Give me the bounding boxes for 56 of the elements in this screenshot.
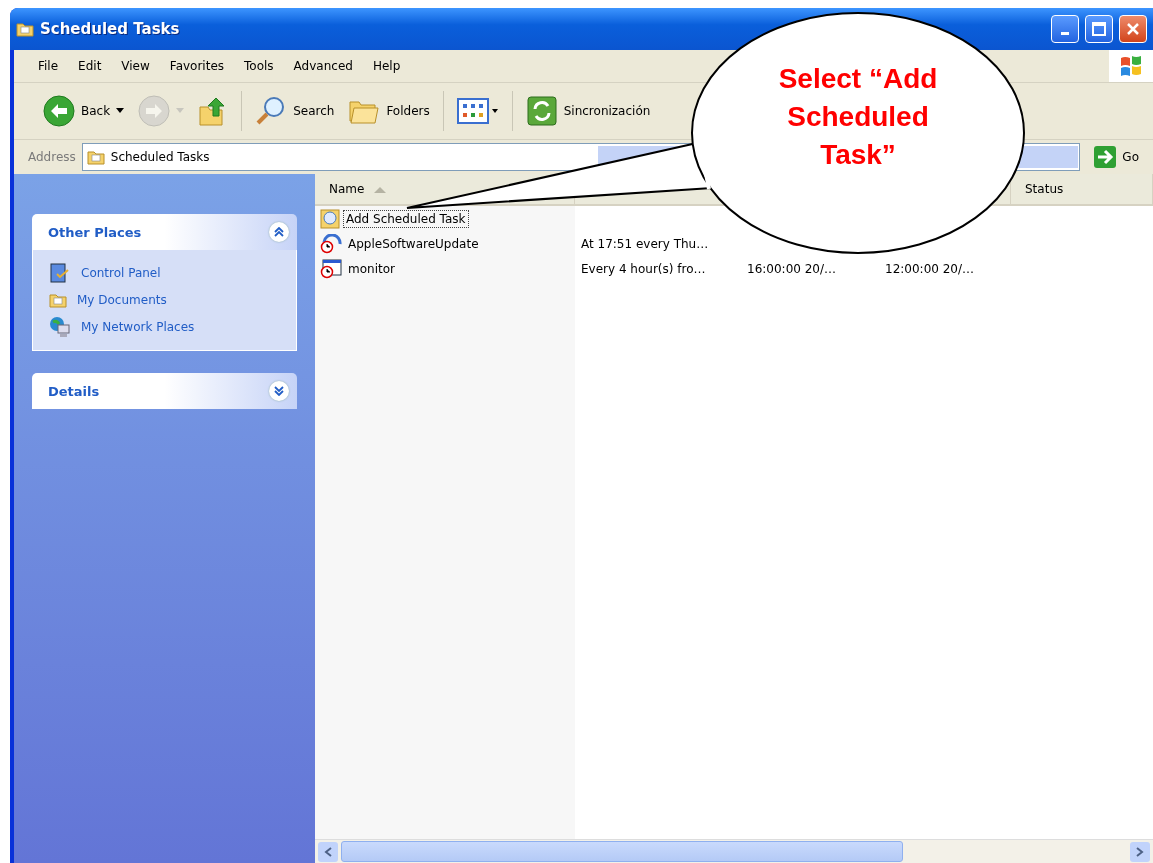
panel-title: Other Places xyxy=(48,224,142,240)
panel-title: Details xyxy=(48,383,100,399)
table-cell: 12:00:00 20/… xyxy=(885,261,975,276)
close-icon xyxy=(1126,22,1140,36)
menu-item[interactable]: File xyxy=(28,59,69,73)
expand-chevron-icon[interactable] xyxy=(269,381,289,401)
right-chevron-icon xyxy=(1136,846,1144,857)
menu-item[interactable]: Tools xyxy=(234,59,284,73)
task-wizard-icon xyxy=(320,208,340,229)
network-computer-icon xyxy=(49,316,71,338)
caret-icon xyxy=(116,108,125,114)
task-name[interactable]: AppleSoftwareUpdate xyxy=(345,234,482,253)
task-name[interactable]: monitor xyxy=(345,259,398,278)
menu-item[interactable]: Advanced xyxy=(283,59,363,73)
back-button[interactable]: Back xyxy=(38,91,130,131)
place-link[interactable]: My Network Places xyxy=(49,316,280,338)
sort-arrow-icon xyxy=(374,185,387,193)
sync-icon xyxy=(525,95,558,127)
menu-item[interactable]: View xyxy=(111,59,160,73)
minimize-icon xyxy=(1061,32,1069,35)
left-chevron-icon xyxy=(324,846,332,857)
menu-item[interactable]: Help xyxy=(362,59,411,73)
windows-flag-icon xyxy=(1119,55,1143,77)
scroll-left-button[interactable] xyxy=(318,841,338,862)
go-arrow-icon xyxy=(1094,146,1117,168)
sync-button[interactable]: Sincronización xyxy=(520,91,656,131)
minimize-button[interactable] xyxy=(1051,15,1079,43)
table-cell: Every 4 hour(s) fro… xyxy=(581,261,706,276)
caret-icon xyxy=(176,108,185,114)
close-button[interactable] xyxy=(1119,15,1147,43)
place-link[interactable]: My Documents xyxy=(49,292,280,308)
folder-icon xyxy=(86,149,105,165)
documents-folder-icon xyxy=(49,292,67,308)
table-cell: 16:00:00 20/… xyxy=(747,261,837,276)
scroll-right-button[interactable] xyxy=(1130,841,1150,862)
scheduled-tasks-folder-icon xyxy=(16,21,34,37)
task-clock-icon xyxy=(320,258,342,279)
menu-item[interactable]: Edit xyxy=(68,59,112,73)
collapse-chevron-icon[interactable] xyxy=(269,222,289,242)
menu-item[interactable]: Favorites xyxy=(159,59,235,73)
panel-header[interactable]: Details xyxy=(32,373,297,409)
place-link[interactable]: Control Panel xyxy=(49,262,280,284)
update-clock-icon xyxy=(320,233,342,254)
control-panel-icon xyxy=(49,262,71,284)
address-label: Address xyxy=(28,150,76,164)
window-title: Scheduled Tasks xyxy=(40,20,181,38)
search-button[interactable]: Search xyxy=(250,91,340,131)
scrollbar-thumb[interactable] xyxy=(341,841,903,862)
task-name[interactable]: Add Scheduled Task xyxy=(343,209,469,228)
views-icon xyxy=(456,98,499,124)
table-cell: At 17:51 every Thu… xyxy=(581,236,709,251)
panel-header[interactable]: Other Places xyxy=(32,214,297,250)
folders-button[interactable]: Folders xyxy=(343,93,435,129)
maximize-icon xyxy=(1092,22,1106,36)
go-button[interactable]: Go xyxy=(1086,146,1147,168)
maximize-button[interactable] xyxy=(1085,15,1113,43)
